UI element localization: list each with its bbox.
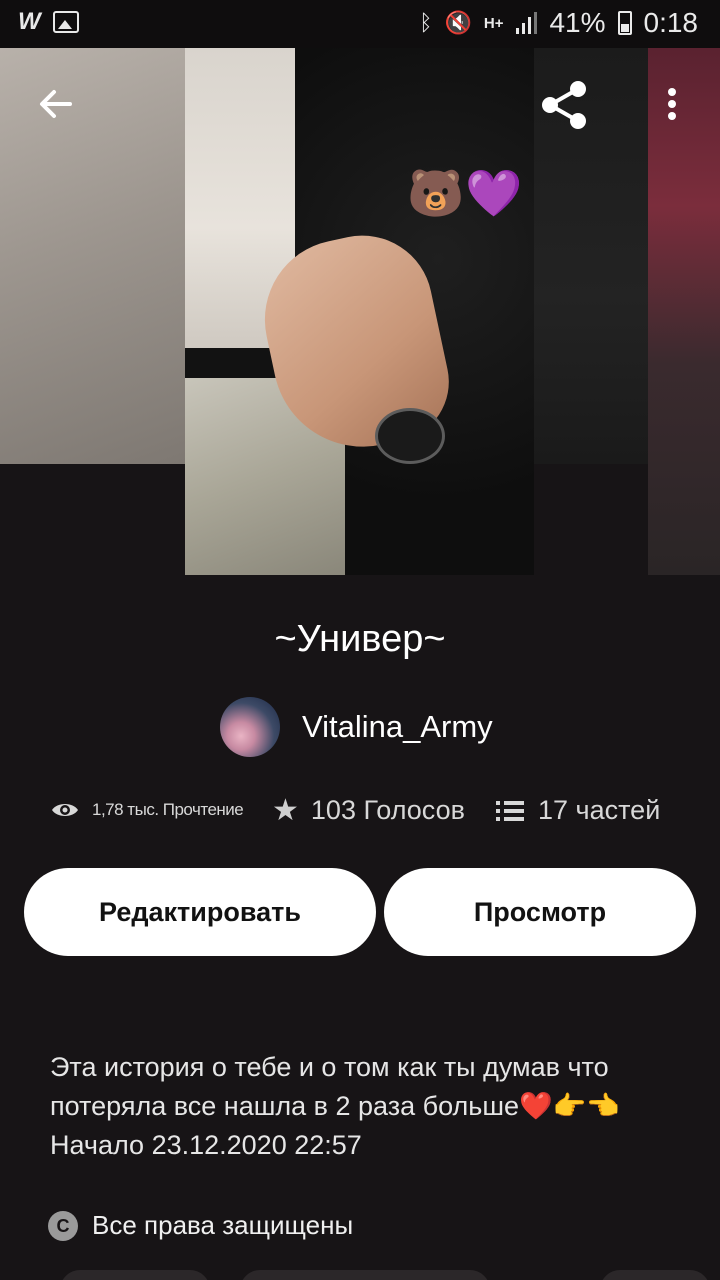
cover-watch-shape xyxy=(375,408,445,464)
story-stats: 1,78 тыс. Прочтение ★ 103 Голосов 17 час… xyxy=(50,795,690,841)
battery-percent: 41% xyxy=(549,7,606,38)
more-vert-icon xyxy=(668,88,676,96)
parts-count: 17 частей xyxy=(538,795,661,825)
status-bar: W ᛒ 🔇 H+ 41% 0:18 xyxy=(0,0,720,48)
reads-count: 1,78 тыс. Прочтение xyxy=(92,800,244,819)
mute-icon: 🔇 xyxy=(444,10,472,35)
view-button[interactable]: Просмотр xyxy=(384,868,696,956)
clock: 0:18 xyxy=(643,7,699,38)
author-avatar[interactable] xyxy=(220,697,280,757)
tag-chip[interactable] xyxy=(600,1270,710,1280)
story-description: Эта история о тебе и о том как ты думав … xyxy=(50,1048,690,1165)
back-arrow-icon xyxy=(40,90,72,118)
signal-icon xyxy=(516,12,538,34)
description-line: Начало 23.12.2020 22:57 xyxy=(50,1130,362,1160)
more-vert-icon-dot xyxy=(668,100,676,108)
status-bar-right: ᛒ 🔇 H+ 41% 0:18 xyxy=(419,7,698,39)
share-button[interactable] xyxy=(538,80,590,130)
reads-stat: 1,78 тыс. Прочтение xyxy=(50,799,244,821)
eye-icon xyxy=(52,804,78,816)
author-row[interactable]: Vitalina_Army xyxy=(220,697,493,757)
status-bar-left: W xyxy=(18,8,79,36)
votes-stat: ★ 103 Голосов xyxy=(272,795,465,826)
purple-heart-emoji-icon: 💜 xyxy=(465,167,523,219)
description-line: потеряла все нашла в 2 раза больше❤️👉👈 xyxy=(50,1091,620,1121)
copyright-icon: C xyxy=(48,1210,78,1241)
battery-icon xyxy=(617,11,632,35)
list-icon xyxy=(496,800,524,821)
parts-stat: 17 частей xyxy=(496,795,660,826)
more-options-button[interactable] xyxy=(660,84,684,124)
copyright-row: C Все права защищены xyxy=(48,1210,353,1241)
bluetooth-icon: ᛒ xyxy=(419,10,433,35)
back-button[interactable] xyxy=(36,84,76,124)
star-icon: ★ xyxy=(272,793,299,827)
description-line: Эта история о тебе и о том как ты думав … xyxy=(50,1052,609,1082)
cover-carousel[interactable]: 🐻 💜 xyxy=(0,48,720,575)
copyright-text: Все права защищены xyxy=(92,1210,354,1240)
more-vert-icon-dot xyxy=(668,112,676,120)
author-name[interactable]: Vitalina_Army xyxy=(302,709,493,745)
votes-count: 103 Голосов xyxy=(310,795,465,825)
network-type-icon: H+ xyxy=(483,14,504,32)
image-notification-icon xyxy=(52,11,79,33)
share-icon xyxy=(542,81,586,129)
previous-cover-image[interactable] xyxy=(0,48,185,464)
bear-emoji-icon: 🐻 xyxy=(407,167,465,219)
next-cover-image[interactable] xyxy=(648,48,720,575)
story-cover-image[interactable]: 🐻 💜 xyxy=(185,48,534,575)
story-details-screen: W ᛒ 🔇 H+ 41% 0:18 � xyxy=(0,0,720,1280)
tag-chip[interactable] xyxy=(60,1270,210,1280)
story-title: ~Универ~ xyxy=(274,618,446,660)
edit-button[interactable]: Редактировать xyxy=(24,868,376,956)
tag-chip[interactable] xyxy=(240,1270,490,1280)
wattpad-notification-icon: W xyxy=(18,8,41,35)
